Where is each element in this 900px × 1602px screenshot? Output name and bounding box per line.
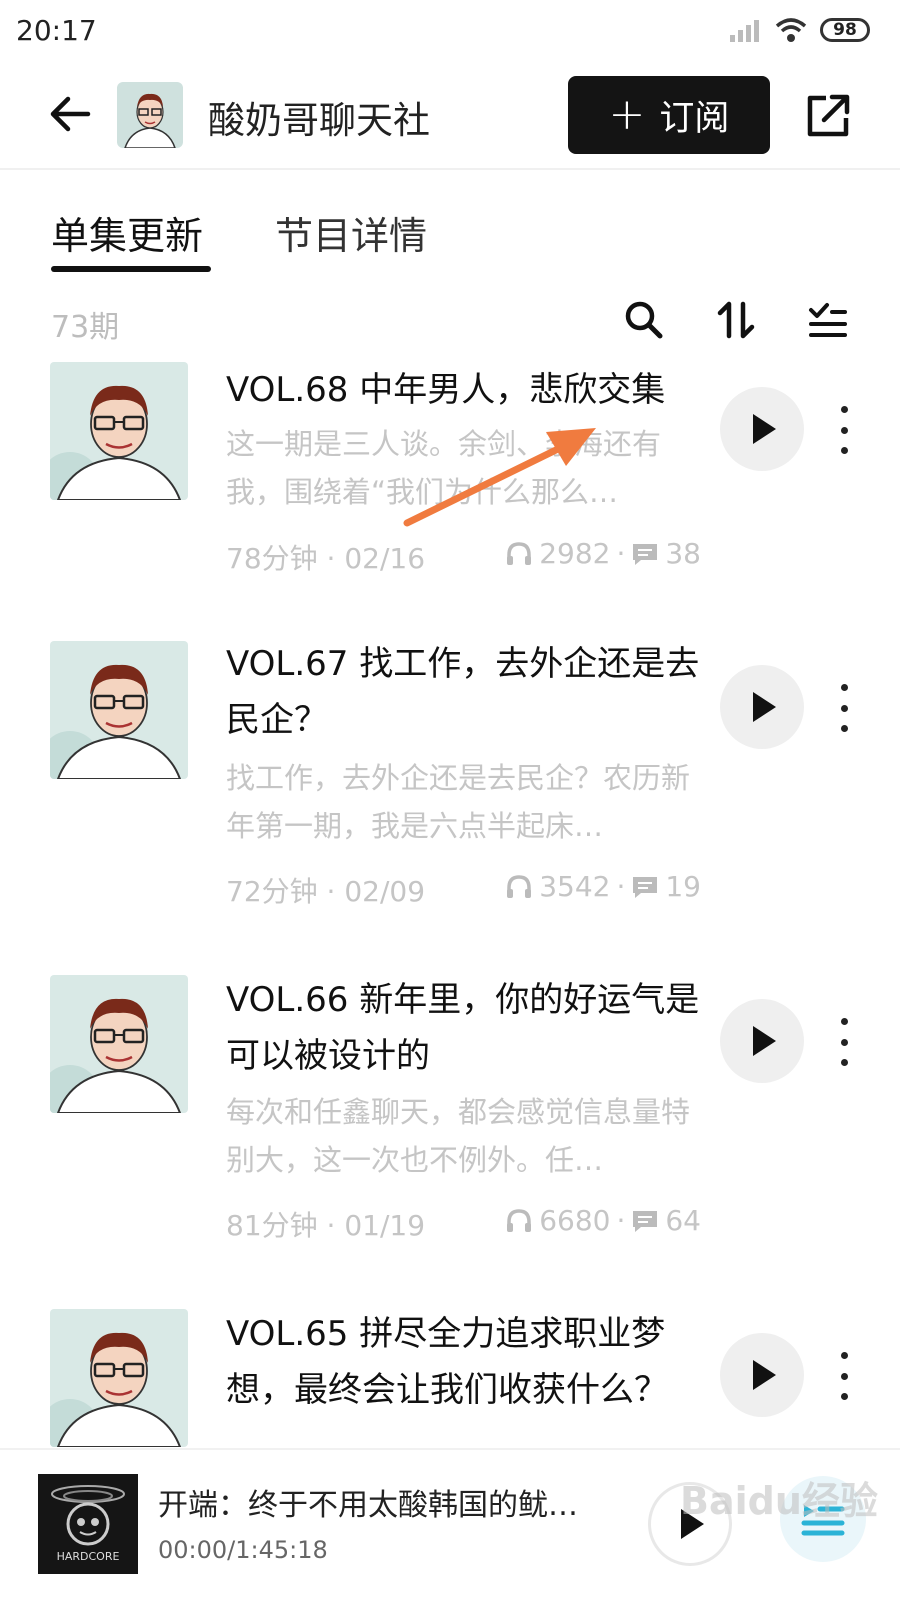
status-time: 20:17 bbox=[16, 14, 97, 47]
more-options-button[interactable] bbox=[834, 406, 854, 454]
episode-title[interactable]: VOL.68 中年男人，悲欣交集 bbox=[226, 362, 701, 418]
batch-select-icon[interactable] bbox=[806, 298, 850, 342]
episode-title[interactable]: VOL.66 新年里，你的好运气是可以被设计的 bbox=[226, 972, 701, 1084]
dot-icon bbox=[840, 426, 848, 434]
wifi-icon bbox=[775, 18, 807, 42]
watermark: Baidu经验 bbox=[680, 1479, 878, 1523]
play-button[interactable] bbox=[720, 387, 804, 471]
episode-cover[interactable] bbox=[50, 641, 188, 779]
status-icons: 98 bbox=[728, 14, 870, 46]
dot-icon bbox=[840, 1393, 848, 1400]
subscribe-button[interactable]: + 订阅 bbox=[568, 76, 770, 154]
play-icon bbox=[753, 1026, 776, 1056]
play-button[interactable] bbox=[720, 665, 804, 749]
episode-meta: 81分钟 · 01/19 6680 · 64 bbox=[226, 1204, 701, 1244]
play-icon bbox=[753, 692, 776, 722]
more-options-button[interactable] bbox=[834, 1018, 854, 1066]
sort-icon[interactable] bbox=[714, 298, 758, 342]
dot-icon bbox=[840, 447, 848, 454]
play-count: 6680 bbox=[539, 1204, 611, 1237]
comment-count: 64 bbox=[665, 1204, 701, 1237]
dot-icon bbox=[840, 704, 848, 712]
separator-dot: · bbox=[616, 1204, 626, 1237]
separator-dot: · bbox=[616, 870, 626, 903]
episode-meta: 72分钟 · 02/09 3542 · 19 bbox=[226, 870, 701, 910]
episode-item[interactable]: VOL.68 中年男人，悲欣交集 这一期是三人谈。余剑、李海还有我，围绕着“我们… bbox=[0, 362, 900, 575]
episode-description: 找工作，去外企还是去民企？农历新年第一期，我是六点半起床… bbox=[226, 761, 691, 843]
comment-icon bbox=[633, 1210, 658, 1232]
headphones-icon bbox=[507, 874, 532, 898]
headphones-icon bbox=[507, 541, 532, 565]
battery-indicator: 98 bbox=[820, 18, 870, 42]
comment-count: 38 bbox=[665, 537, 701, 570]
episode-stats: 2982 · 38 bbox=[505, 537, 701, 570]
podcast-avatar[interactable] bbox=[117, 82, 183, 148]
episode-stats: 6680 · 64 bbox=[505, 1204, 701, 1237]
headphones-icon bbox=[507, 1208, 532, 1232]
now-playing-time: 00:00/1:45:18 bbox=[158, 1536, 328, 1564]
dot-icon bbox=[840, 725, 848, 732]
dot-icon bbox=[840, 1372, 848, 1380]
episode-title[interactable]: VOL.65 拼尽全力追求职业梦想，最终会让我们收获什么？ bbox=[226, 1306, 701, 1418]
header-bar: 酸奶哥聊天社 + 订阅 bbox=[0, 70, 900, 170]
episode-item[interactable]: VOL.66 新年里，你的好运气是可以被设计的 每次和任鑫聊天，都会感觉信息量特… bbox=[0, 972, 900, 1252]
comment-count: 19 bbox=[665, 870, 701, 903]
dot-icon bbox=[840, 1018, 848, 1025]
episode-meta: 78分钟 · 02/16 2982 · 38 bbox=[226, 537, 701, 577]
play-count: 3542 bbox=[539, 870, 611, 903]
share-icon[interactable] bbox=[804, 90, 854, 140]
dot-icon bbox=[840, 1038, 848, 1046]
tab-details[interactable]: 节目详情 bbox=[275, 205, 427, 260]
active-tab-indicator bbox=[51, 266, 211, 272]
episode-duration-date: 78分钟 · 02/16 bbox=[226, 542, 426, 575]
search-icon[interactable] bbox=[622, 298, 666, 342]
play-icon bbox=[753, 1360, 776, 1390]
play-button[interactable] bbox=[720, 999, 804, 1083]
plus-icon: + bbox=[608, 89, 646, 140]
episode-item[interactable]: VOL.67 找工作，去外企还是去民企？ 找工作，去外企还是去民企？农历新年第一… bbox=[0, 636, 900, 916]
episode-description: 每次和任鑫聊天，都会感觉信息量特别大，这一次也不例外。任… bbox=[226, 1095, 691, 1177]
now-playing-title[interactable]: 开端：终于不用太酸韩国的鱿… bbox=[158, 1480, 618, 1524]
separator-dot: · bbox=[616, 537, 626, 570]
episode-count: 73期 bbox=[51, 310, 120, 345]
play-button[interactable] bbox=[720, 1333, 804, 1417]
tab-episodes[interactable]: 单集更新 bbox=[51, 205, 203, 260]
comment-icon bbox=[633, 876, 658, 898]
episode-duration-date: 81分钟 · 01/19 bbox=[226, 1209, 426, 1242]
dot-icon bbox=[840, 1059, 848, 1066]
comment-icon bbox=[633, 543, 658, 565]
status-bar: 20:17 98 bbox=[0, 0, 900, 62]
episode-title[interactable]: VOL.67 找工作，去外企还是去民企？ bbox=[226, 636, 701, 748]
dot-icon bbox=[840, 406, 848, 413]
episode-item[interactable]: VOL.65 拼尽全力追求职业梦想，最终会让我们收获什么？ bbox=[0, 1306, 900, 1448]
play-icon bbox=[753, 414, 776, 444]
episode-stats: 3542 · 19 bbox=[505, 870, 701, 903]
episode-cover[interactable] bbox=[50, 362, 188, 500]
more-options-button[interactable] bbox=[834, 1352, 854, 1400]
now-playing-cover[interactable]: HARDCORE bbox=[38, 1474, 138, 1574]
episode-duration-date: 72分钟 · 02/09 bbox=[226, 875, 426, 908]
dot-icon bbox=[840, 1352, 848, 1359]
episode-description: 这一期是三人谈。余剑、李海还有我，围绕着“我们为什么那么… bbox=[226, 427, 662, 509]
episode-cover[interactable] bbox=[50, 1309, 188, 1447]
back-arrow-icon[interactable] bbox=[46, 90, 94, 138]
episode-toolbar: 73期 bbox=[0, 292, 900, 352]
play-count: 2982 bbox=[539, 537, 611, 570]
subscribe-label: 订阅 bbox=[659, 98, 730, 139]
more-options-button[interactable] bbox=[834, 684, 854, 732]
dot-icon bbox=[840, 684, 848, 691]
tab-bar: 单集更新 节目详情 bbox=[0, 205, 900, 275]
episode-cover[interactable] bbox=[50, 975, 188, 1113]
cover-logo-text: HARDCORE bbox=[57, 1550, 120, 1563]
signal-icon bbox=[730, 20, 759, 42]
podcast-title: 酸奶哥聊天社 bbox=[208, 99, 430, 142]
